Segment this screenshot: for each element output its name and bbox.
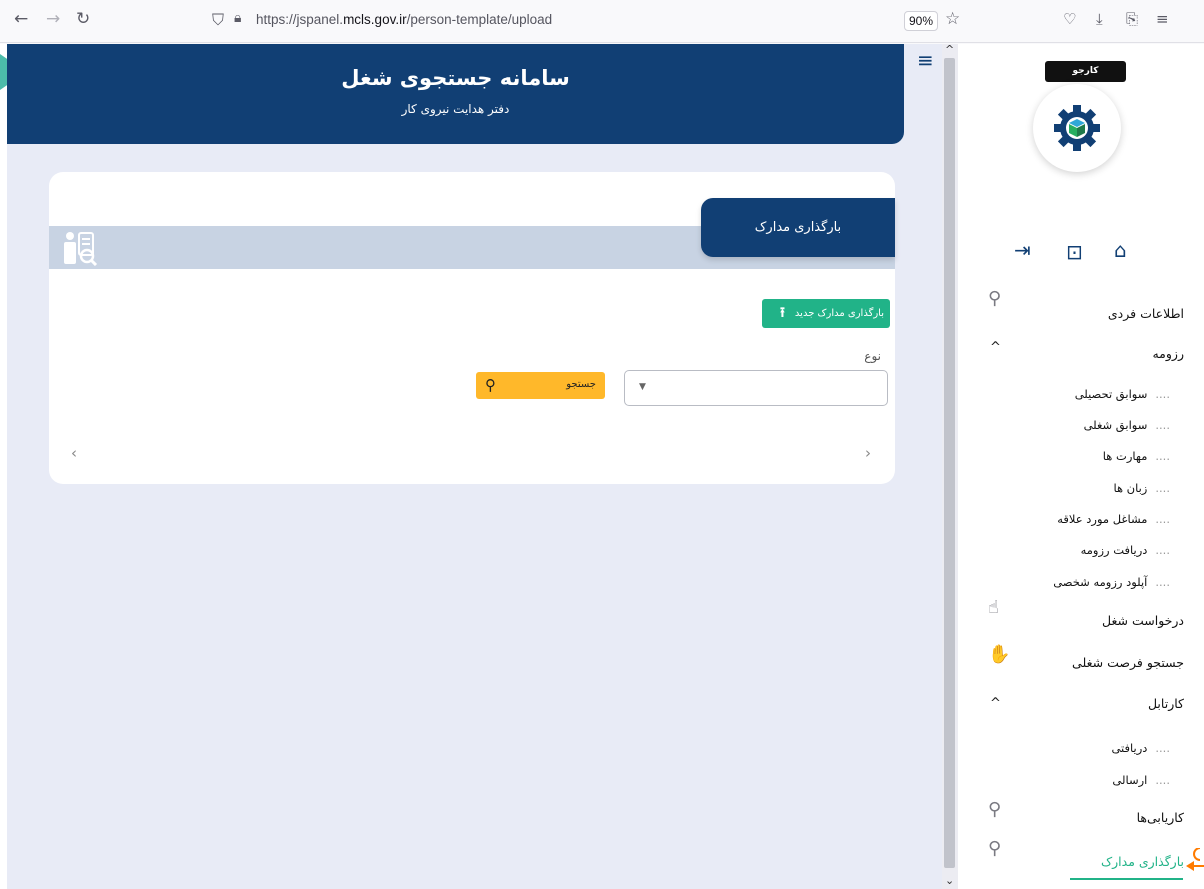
type-select[interactable]: ▼ bbox=[624, 370, 888, 406]
left-edge bbox=[0, 44, 7, 889]
search-icon: ⚲ bbox=[485, 376, 496, 394]
sidebar-item-cartable[interactable]: کارتابل bbox=[1148, 696, 1184, 711]
menu-icon[interactable]: ≡ bbox=[1156, 10, 1169, 28]
page-title: سامانه جستجوی شغل bbox=[341, 66, 570, 90]
person-icon: ⚲ bbox=[988, 288, 1002, 309]
active-indicator bbox=[1070, 878, 1183, 880]
pocket-icon[interactable]: ♡ bbox=[1063, 10, 1076, 28]
dashboard-icon[interactable]: ⊡ bbox=[1066, 240, 1083, 264]
reload-icon[interactable]: ↻ bbox=[76, 9, 90, 29]
scroll-thumb[interactable] bbox=[944, 58, 955, 868]
home-icon[interactable]: ⌂ bbox=[1114, 238, 1127, 262]
hamburger-menu-icon[interactable]: ≡ bbox=[917, 48, 934, 72]
bookmark-star-icon[interactable]: ☆ bbox=[945, 9, 960, 29]
upload-icon: ⭱ bbox=[780, 305, 785, 321]
upload-new-documents-button[interactable]: ⭱ بارگذاری مدارک جدید bbox=[762, 299, 890, 328]
chevron-up-icon[interactable]: ^ bbox=[990, 340, 1001, 355]
sidebar-sub-sent[interactable]: ارسالی.... bbox=[1112, 773, 1170, 787]
handshake-icon: ✋ bbox=[988, 644, 1011, 665]
sidebar-item-personal-info[interactable]: اطلاعات فردی bbox=[1108, 306, 1184, 321]
pager-prev-icon[interactable]: ‹ bbox=[71, 444, 77, 462]
page-viewport: سامانه جستجوی شغل دفتر هدایت نیروی کار ≡… bbox=[0, 43, 1204, 889]
zoom-level[interactable]: 90% bbox=[904, 11, 938, 31]
logo bbox=[1033, 84, 1121, 172]
search-button-label: جستجو bbox=[566, 379, 596, 390]
sidebar-sub-languages[interactable]: زبان ها.... bbox=[1113, 481, 1170, 495]
scroll-down-icon[interactable]: ⌄ bbox=[945, 874, 954, 887]
sidebar: کارجو ⇥ ⊡ ⌂ ⚲ اطلاعات فردی ^ رزومه سوابق… bbox=[958, 44, 1204, 889]
lock-icon[interactable]: 🔒︎ bbox=[234, 10, 241, 26]
highlight-arrow-icon bbox=[1186, 848, 1204, 871]
scrollbar[interactable]: ^ ⌄ bbox=[942, 43, 958, 889]
employment-icon: ⚲ bbox=[988, 799, 1002, 820]
upload-card: بارگذاری مدارک ⭱ بارگذاری مدارک جدید نوع… bbox=[49, 172, 895, 484]
brand-label: کارجو bbox=[1045, 61, 1126, 82]
extensions-icon[interactable]: ⎘ bbox=[1126, 10, 1138, 28]
sidebar-item-upload-documents[interactable]: بارگذاری مدارک bbox=[1101, 854, 1184, 869]
card-tab-title: بارگذاری مدارک bbox=[701, 198, 895, 257]
logout-icon[interactable]: ⇥ bbox=[1014, 238, 1031, 262]
type-label: نوع bbox=[864, 349, 881, 363]
forward-arrow-icon[interactable]: → bbox=[46, 9, 60, 29]
sidebar-item-job-search[interactable]: جستجو فرصت شغلی bbox=[1072, 655, 1184, 670]
scroll-up-icon[interactable]: ^ bbox=[945, 43, 954, 56]
page-subtitle: دفتر هدایت نیروی کار bbox=[401, 102, 510, 116]
sidebar-sub-education[interactable]: سوابق تحصیلی.... bbox=[1075, 387, 1170, 401]
download-icon[interactable]: ⤓ bbox=[1096, 10, 1103, 28]
gear-logo-icon bbox=[1054, 105, 1100, 151]
sidebar-sub-skills[interactable]: مهارت ها.... bbox=[1103, 449, 1170, 463]
browser-toolbar: ← → ↻ ⛉ 🔒︎ https://jspanel.mcls.gov.ir/p… bbox=[0, 0, 1204, 43]
sidebar-item-job-request[interactable]: درخواست شغل bbox=[1102, 613, 1184, 628]
chevron-up-icon[interactable]: ^ bbox=[990, 696, 1001, 711]
sidebar-item-employment[interactable]: کاریابی‌ها bbox=[1137, 810, 1184, 825]
person-icon: ⚲ bbox=[988, 838, 1002, 859]
url-text[interactable]: https://jspanel.mcls.gov.ir/person-templ… bbox=[256, 12, 552, 27]
touch-icon: ☝ bbox=[988, 597, 999, 618]
sidebar-sub-received[interactable]: دریافتی.... bbox=[1111, 741, 1170, 755]
dropdown-caret-icon: ▼ bbox=[639, 382, 646, 392]
search-button[interactable]: ⚲ جستجو bbox=[476, 372, 605, 399]
back-arrow-icon[interactable]: ← bbox=[14, 9, 28, 29]
sidebar-sub-get-resume[interactable]: دریافت رزومه.... bbox=[1081, 543, 1170, 557]
sidebar-item-resume[interactable]: رزومه bbox=[1152, 346, 1184, 361]
pager-next-icon[interactable]: › bbox=[865, 444, 871, 462]
upload-button-label: بارگذاری مدارک جدید bbox=[794, 308, 884, 319]
person-document-icon bbox=[64, 232, 98, 266]
address-bar[interactable]: ⛉ 🔒︎ https://jspanel.mcls.gov.ir/person-… bbox=[200, 7, 960, 37]
sidebar-sub-work-history[interactable]: سوابق شغلی.... bbox=[1084, 418, 1170, 432]
header-banner: سامانه جستجوی شغل دفتر هدایت نیروی کار bbox=[7, 44, 904, 144]
sidebar-sub-favorite-jobs[interactable]: مشاغل مورد علاقه.... bbox=[1057, 512, 1170, 526]
shield-icon[interactable]: ⛉ bbox=[212, 10, 224, 30]
sidebar-sub-upload-resume[interactable]: آپلود رزومه شخصی.... bbox=[1053, 575, 1170, 589]
